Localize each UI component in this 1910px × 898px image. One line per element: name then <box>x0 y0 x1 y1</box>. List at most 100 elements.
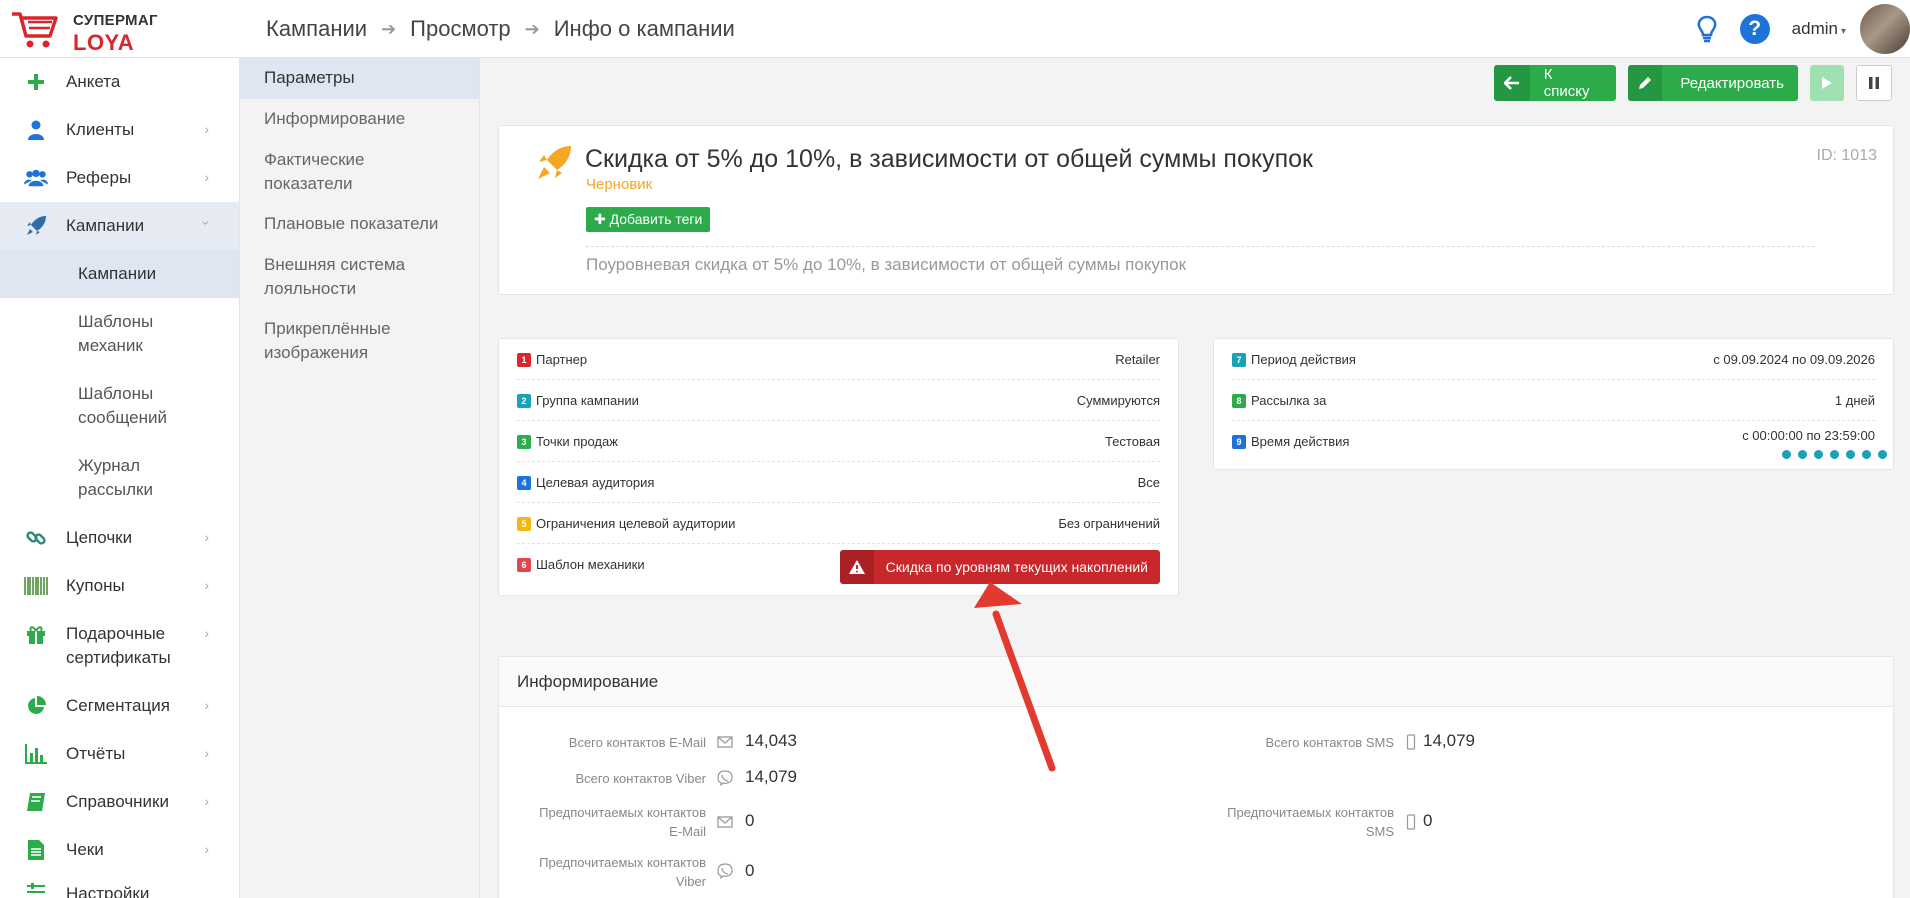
param-row: 1 Партнер Retailer <box>517 339 1160 380</box>
subnav-planned-metrics[interactable]: Плановые показатели <box>240 204 479 245</box>
param-number: 2 <box>517 394 531 408</box>
param-key: Шаблон механики <box>536 557 645 572</box>
annotation-arrow-icon <box>974 582 1056 772</box>
caret-down-icon: ▾ <box>1840 26 1846 37</box>
subnav-label: Плановые показатели <box>264 214 439 233</box>
param-number: 6 <box>517 558 531 572</box>
chevron-right-icon: › <box>204 577 209 593</box>
param-key: Группа кампании <box>536 393 639 408</box>
sidebar-item-settings[interactable]: Настройки <box>0 874 239 898</box>
breadcrumb-view[interactable]: Просмотр <box>410 16 510 42</box>
sidebar-item-reports[interactable]: Отчёты › <box>0 730 239 778</box>
param-row: 2 Группа кампании Суммируются <box>517 380 1160 421</box>
sidebar-subitem-mailing-log[interactable]: Журнал рассылки <box>0 442 239 514</box>
breadcrumb-campaigns[interactable]: Кампании <box>266 16 367 42</box>
sidebar-subitem-label: Журнал рассылки <box>78 456 153 499</box>
lightbulb-icon[interactable] <box>1692 14 1722 44</box>
campaign-subnav: Параметры Информирование Фактические пок… <box>240 58 480 898</box>
sidebar-item-clients[interactable]: Клиенты › <box>0 106 239 154</box>
help-icon[interactable]: ? <box>1739 14 1770 44</box>
sidebar-item-questionnaire[interactable]: Анкета <box>0 58 239 106</box>
logo[interactable]: СУПЕРМАГ LOYA <box>10 6 210 55</box>
pause-button[interactable] <box>1856 65 1892 101</box>
add-tags-button[interactable]: ✚ Добавить теги <box>586 207 711 232</box>
sidebar-item-directories[interactable]: Справочники › <box>0 778 239 826</box>
param-value: Все <box>1137 475 1160 490</box>
email-total-label: Всего контактов E-Mail <box>568 735 706 750</box>
mobile-icon <box>1406 734 1416 750</box>
subnav-label: Внешняя система лояльности <box>264 255 406 298</box>
subnav-external-loyalty[interactable]: Внешняя система лояльности <box>240 245 479 309</box>
add-tags-label: Добавить теги <box>609 211 703 227</box>
sidebar-item-label: Клиенты <box>66 120 135 139</box>
sidebar-item-gift-certificates[interactable]: Подарочные сертификаты › <box>0 610 239 682</box>
chevron-down-icon: › <box>198 220 215 226</box>
back-to-list-button[interactable]: К списку <box>1494 65 1616 101</box>
plus-icon <box>24 70 48 94</box>
chevron-right-icon: › <box>204 841 209 857</box>
sidebar-item-referrers[interactable]: Реферы › <box>0 154 239 202</box>
param-row: 3 Точки продаж Тестовая <box>517 421 1160 462</box>
sidebar-subitem-label: Кампании <box>78 264 157 283</box>
sidebar-item-label: Анкета <box>66 72 121 91</box>
param-row: 4 Целевая аудитория Все <box>517 462 1160 503</box>
sidebar-item-label: Реферы <box>66 168 132 187</box>
param-row: 7 Период действия с 09.09.2024 по 09.09.… <box>1232 339 1875 380</box>
avatar[interactable] <box>1860 4 1910 54</box>
edit-label: Редактировать <box>1680 74 1784 92</box>
email-total-value: 14,043 <box>745 731 797 750</box>
campaign-period-card: 7 Период действия с 09.09.2024 по 09.09.… <box>1213 338 1894 470</box>
sidebar-item-receipts[interactable]: Чеки › <box>0 826 239 874</box>
param-number: 1 <box>517 353 531 367</box>
mobile-icon <box>1406 814 1416 830</box>
weekday-dot <box>1846 450 1855 459</box>
sidebar-item-campaigns[interactable]: Кампании › <box>0 202 239 250</box>
plus-icon: ✚ <box>594 211 606 227</box>
sidebar-item-chains[interactable]: Цепочки › <box>0 514 239 562</box>
param-value: Тестовая <box>1104 434 1160 449</box>
subnav-parameters[interactable]: Параметры <box>240 58 479 99</box>
weekday-dot <box>1798 450 1807 459</box>
campaign-id: ID: 1013 <box>1816 147 1877 164</box>
weekday-dot <box>1782 450 1791 459</box>
sidebar-item-label: Подарочные сертификаты <box>66 624 171 667</box>
chevron-right-icon: › <box>204 169 209 185</box>
param-value: Суммируются <box>1076 393 1160 408</box>
sms-total-value: 14,079 <box>1423 731 1475 750</box>
sidebar-subitem-message-templates[interactable]: Шаблоны сообщений <box>0 370 239 442</box>
pause-icon <box>1869 77 1879 89</box>
param-key: Период действия <box>1251 352 1356 367</box>
sms-preferred-value: 0 <box>1423 811 1433 830</box>
sidebar-subitem-label: Шаблоны механик <box>78 312 154 355</box>
user-menu[interactable]: admin ▾ <box>1792 19 1846 39</box>
viber-preferred-label: Предпочитаемых контактов Viber <box>539 855 706 889</box>
param-value: Retailer <box>1115 352 1160 367</box>
email-preferred-label: Предпочитаемых контактов E-Mail <box>539 805 706 839</box>
param-number: 8 <box>1232 394 1246 408</box>
user-icon <box>24 118 48 142</box>
sidebar-item-label: Купоны <box>66 576 125 595</box>
param-number: 5 <box>517 517 531 531</box>
play-button[interactable] <box>1810 65 1844 101</box>
subnav-informing[interactable]: Информирование <box>240 99 479 140</box>
sidebar-item-coupons[interactable]: Купоны › <box>0 562 239 610</box>
sidebar-item-label: Настройки <box>66 884 150 898</box>
envelope-icon <box>717 736 733 748</box>
subnav-actual-metrics[interactable]: Фактические показатели <box>240 140 479 204</box>
sidebar-subitem-campaigns[interactable]: Кампании <box>0 250 239 298</box>
edit-button[interactable]: Редактировать <box>1628 65 1798 101</box>
campaign-params-card: 1 Партнер Retailer 2 Группа кампании Сум… <box>498 338 1179 596</box>
param-value: Без ограничений <box>1058 516 1160 531</box>
sidebar-item-segmentation[interactable]: Сегментация › <box>0 682 239 730</box>
sliders-icon <box>24 880 48 898</box>
param-row: 5 Ограничения целевой аудитории Без огра… <box>517 503 1160 544</box>
informing-card: Информирование Всего контактов E-Mail 14… <box>498 656 1894 898</box>
param-row: 8 Рассылка за 1 дней <box>1232 380 1875 421</box>
sidebar-subitem-mechanic-templates[interactable]: Шаблоны механик <box>0 298 239 370</box>
envelope-icon <box>717 816 733 828</box>
mechanic-template-button[interactable]: Скидка по уровням текущих накоплений <box>839 550 1160 584</box>
viber-icon <box>717 770 733 786</box>
chevron-right-icon: › <box>204 793 209 809</box>
subnav-attached-images[interactable]: Прикреплённые изображения <box>240 309 479 373</box>
param-key: Рассылка за <box>1251 393 1327 408</box>
